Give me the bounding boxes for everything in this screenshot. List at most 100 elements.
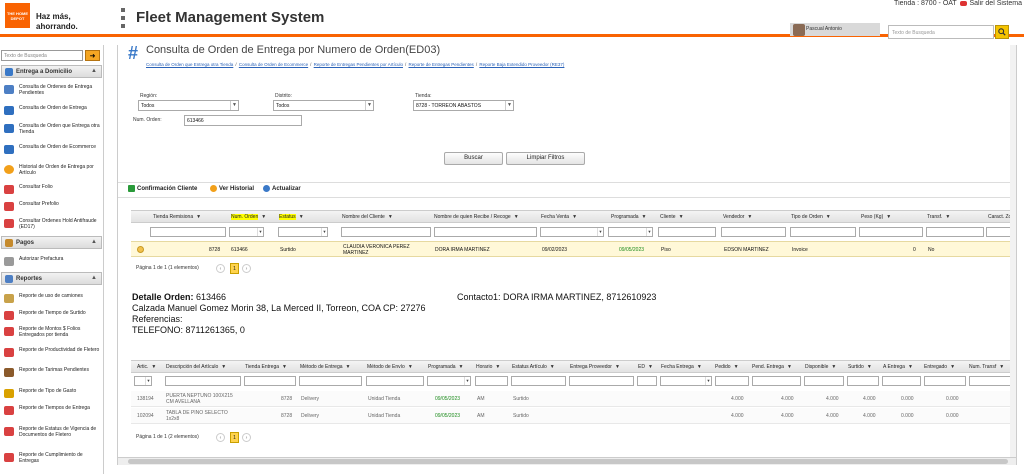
sidebar-item[interactable]: Consulta de Orden que Entrega otra Tiend… xyxy=(4,123,102,135)
col-header[interactable]: Tienda Remisiona ▼ xyxy=(153,214,201,220)
filter-input[interactable] xyxy=(804,376,844,386)
col-header[interactable]: Surtido ▼ xyxy=(848,364,872,370)
top-search-button[interactable] xyxy=(995,25,1009,39)
sidebar-item[interactable]: Reporte de Tiempos de Entrega xyxy=(4,405,102,415)
sidebar-item[interactable]: Consulta de Orden de Entrega xyxy=(4,105,102,115)
col-header[interactable]: Peso (Kg) ▼ xyxy=(861,214,891,220)
breadcrumb-link[interactable]: Consulta de Orden que Entrega otra Tiend… xyxy=(146,62,233,67)
filter-input[interactable]: ▼ xyxy=(608,227,653,237)
filter-input[interactable]: ▼ xyxy=(427,376,471,386)
sidebar-item[interactable]: Consulta de Ordenes de Entrega Pendiente… xyxy=(4,84,102,96)
col-header[interactable]: Fecha Venta ▼ xyxy=(541,214,577,220)
col-header[interactable]: A Entrega ▼ xyxy=(883,364,913,370)
sidebar-item[interactable]: Consulta de Orden de Ecommerce xyxy=(4,144,102,154)
prev-page-icon[interactable]: ‹ xyxy=(216,264,225,273)
table-row[interactable]: 138194 PUERTA NEPTUNO 100X215 CM AVELLAN… xyxy=(131,391,1016,407)
filter-input[interactable] xyxy=(859,227,923,237)
filter-input[interactable] xyxy=(366,376,424,386)
filter-input[interactable] xyxy=(658,227,716,237)
top-search-input[interactable]: Texto de Busqueda xyxy=(888,25,994,39)
filter-input[interactable] xyxy=(341,227,431,237)
sidebar-search-input[interactable]: Texto de Busqueda xyxy=(1,50,83,61)
breadcrumb-link[interactable]: Reporte de Entregas Pendientes por Artíc… xyxy=(314,62,403,67)
col-header[interactable]: Fecha Entrega ▼ xyxy=(661,364,702,370)
filter-input[interactable]: ▼ xyxy=(278,227,328,237)
logout-link[interactable]: Salir del Sistema xyxy=(969,0,1022,7)
resize-dots[interactable]: ..... xyxy=(508,45,516,46)
next-page-icon[interactable]: › xyxy=(242,433,251,442)
table-row[interactable]: 8728 613466 Surtido CLAUDIA VERONICA PER… xyxy=(131,241,1016,257)
view-history-button[interactable]: Ver Historial xyxy=(210,185,254,192)
sidebar-section-payments[interactable]: Pagos ▲ xyxy=(1,236,102,249)
col-header[interactable]: Método de Envío ▼ xyxy=(367,364,413,370)
sidebar-item[interactable]: Consultar Ordenes Hold Antifraude (ED17) xyxy=(4,218,102,230)
col-header[interactable]: Entrega Proveedor ▼ xyxy=(570,364,620,370)
filter-input[interactable] xyxy=(969,376,1014,386)
filter-input[interactable] xyxy=(475,376,508,386)
filter-input[interactable] xyxy=(511,376,566,386)
col-header[interactable]: Entregado ▼ xyxy=(924,364,955,370)
col-header[interactable]: Caract. Zo xyxy=(988,214,1011,220)
filter-input[interactable] xyxy=(434,227,537,237)
sidebar-item[interactable]: Reporte de Tarimas Pendientes xyxy=(4,367,102,377)
filter-input[interactable] xyxy=(569,376,634,386)
sidebar-section-delivery[interactable]: Entrega a Domicilio ▲ xyxy=(1,65,102,78)
col-header[interactable]: Método de Entrega ▼ xyxy=(300,364,350,370)
filter-input[interactable] xyxy=(165,376,241,386)
col-header[interactable]: Artic. ▼ xyxy=(137,364,156,370)
col-header[interactable]: Pend. Entrega ▼ xyxy=(752,364,792,370)
sidebar-item[interactable]: Consultar Prefolio xyxy=(4,201,102,211)
sidebar-item[interactable]: Reporte de Tiempo de Surtido xyxy=(4,310,102,320)
filter-input[interactable] xyxy=(924,376,966,386)
sidebar-item[interactable]: Historial de Orden de Entrega por Artícu… xyxy=(4,164,102,176)
col-header[interactable]: Cliente ▼ xyxy=(660,214,684,220)
current-page[interactable]: 1 xyxy=(230,263,239,274)
sidebar-item[interactable]: Consultar Folio xyxy=(4,184,102,194)
col-header[interactable]: Pedido ▼ xyxy=(715,364,739,370)
col-header[interactable]: Horario ▼ xyxy=(476,364,500,370)
filter-input[interactable] xyxy=(847,376,879,386)
clear-filters-button[interactable]: Limpiar Filtros xyxy=(506,152,585,165)
confirm-client-button[interactable]: Confirmación Cliente xyxy=(128,185,197,192)
sidebar-item[interactable]: Reporte de Cumplimiento de Entregas xyxy=(4,452,102,464)
next-page-icon[interactable]: › xyxy=(242,264,251,273)
vertical-scrollbar[interactable] xyxy=(1010,45,1016,465)
sidebar-search-button[interactable]: ➜ xyxy=(85,50,100,61)
filter-input[interactable]: ▼ xyxy=(660,376,712,386)
col-header[interactable]: Transf. ▼ xyxy=(927,214,950,220)
col-header[interactable]: Descripción del Artículo ▼ xyxy=(166,364,226,370)
sidebar-item[interactable]: Reporte de Tipo de Gasto xyxy=(4,388,102,398)
scroll-thumb[interactable] xyxy=(128,459,1008,464)
refresh-button[interactable]: Actualizar xyxy=(263,185,301,192)
order-number-input[interactable]: 613466 xyxy=(184,115,302,126)
col-header[interactable]: Programada ▼ xyxy=(428,364,463,370)
sidebar-item[interactable]: Reporte de uso de camiones xyxy=(4,293,102,303)
col-header[interactable]: Nombre del Cliente ▼ xyxy=(342,214,393,220)
filter-input[interactable] xyxy=(882,376,921,386)
col-header[interactable]: Nombre de quien Recibe / Recoge ▼ xyxy=(434,214,519,220)
sidebar-item[interactable]: Reporte de Estatus de Vigencia de Docume… xyxy=(4,426,102,438)
filter-input[interactable] xyxy=(244,376,296,386)
table-row[interactable]: 102094 TABLA DE PINO SELECTO 1x2x8 8728 … xyxy=(131,408,1016,424)
filter-input[interactable]: ▼ xyxy=(229,227,264,237)
breadcrumb-link[interactable]: Consulta de Orden de Ecommerce xyxy=(239,62,308,67)
col-header[interactable]: ED ▼ xyxy=(638,364,653,370)
filter-input[interactable] xyxy=(926,227,984,237)
sidebar-section-reports[interactable]: Reportes ▲ xyxy=(1,272,102,285)
sidebar-item[interactable]: Reporte de Productividad de Fletero xyxy=(4,347,102,357)
breadcrumb-link[interactable]: Reporte de Entregas Pendientes xyxy=(409,62,474,67)
filter-input[interactable] xyxy=(752,376,801,386)
sidebar-item[interactable]: Autorizar Prefactura xyxy=(4,256,102,266)
filter-input[interactable] xyxy=(721,227,786,237)
region-select[interactable]: Todos ▼ xyxy=(138,100,239,111)
col-header[interactable]: Estatus ▼ xyxy=(279,214,304,220)
district-select[interactable]: Todos ▼ xyxy=(273,100,374,111)
filter-input[interactable] xyxy=(299,376,362,386)
col-header[interactable]: Num. Transf ▼ xyxy=(969,364,1004,370)
prev-page-icon[interactable]: ‹ xyxy=(216,433,225,442)
filter-input[interactable] xyxy=(790,227,856,237)
col-header[interactable]: Tienda Entrega ▼ xyxy=(245,364,287,370)
col-header[interactable]: Tipo de Orden ▼ xyxy=(791,214,831,220)
current-page[interactable]: 1 xyxy=(230,432,239,443)
filter-input[interactable] xyxy=(150,227,226,237)
